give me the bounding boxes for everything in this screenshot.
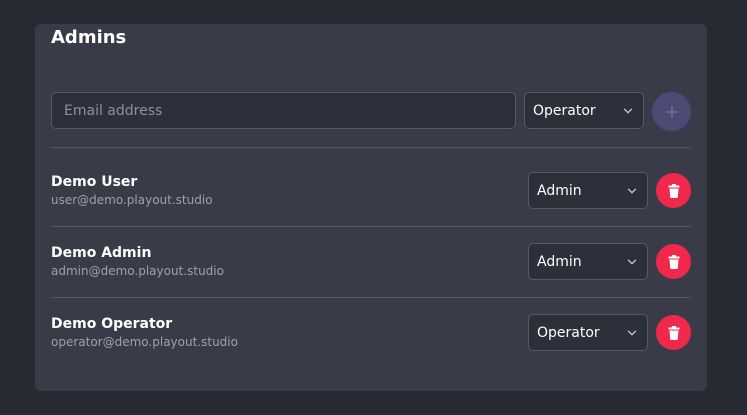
chevron-down-icon — [627, 188, 637, 194]
admin-row: Demo Operator operator@demo.playout.stud… — [51, 314, 691, 373]
new-role-select[interactable]: Operator — [524, 92, 644, 129]
user-name: Demo Operator — [51, 316, 173, 332]
add-admin-row: Operator — [51, 92, 691, 131]
admin-row: Demo Admin admin@demo.playout.studio Adm… — [51, 243, 691, 302]
section-title: Admins — [51, 27, 127, 48]
divider — [51, 226, 691, 227]
user-email: operator@demo.playout.studio — [51, 335, 238, 349]
delete-user-button[interactable] — [656, 173, 691, 208]
add-admin-button[interactable] — [652, 92, 691, 131]
plus-icon — [665, 105, 678, 118]
delete-user-button[interactable] — [656, 315, 691, 350]
email-input[interactable] — [51, 92, 516, 129]
role-select[interactable]: Admin — [528, 243, 648, 280]
trash-icon — [668, 183, 679, 198]
role-select-value: Admin — [537, 253, 582, 270]
chevron-down-icon — [627, 330, 637, 336]
user-name: Demo Admin — [51, 245, 152, 261]
trash-icon — [668, 325, 679, 340]
role-select[interactable]: Operator — [528, 314, 648, 351]
new-role-select-value: Operator — [533, 102, 596, 119]
role-select-value: Admin — [537, 182, 582, 199]
divider — [51, 147, 691, 148]
role-select[interactable]: Admin — [528, 172, 648, 209]
admins-panel: Admins Operator Demo User user@demo.play… — [35, 24, 707, 391]
chevron-down-icon — [623, 108, 633, 114]
role-select-value: Operator — [537, 324, 600, 341]
user-name: Demo User — [51, 174, 138, 190]
delete-user-button[interactable] — [656, 244, 691, 279]
user-email: user@demo.playout.studio — [51, 193, 213, 207]
user-email: admin@demo.playout.studio — [51, 264, 224, 278]
chevron-down-icon — [627, 259, 637, 265]
trash-icon — [668, 254, 679, 269]
admin-row: Demo User user@demo.playout.studio Admin — [51, 172, 691, 231]
divider — [51, 297, 691, 298]
